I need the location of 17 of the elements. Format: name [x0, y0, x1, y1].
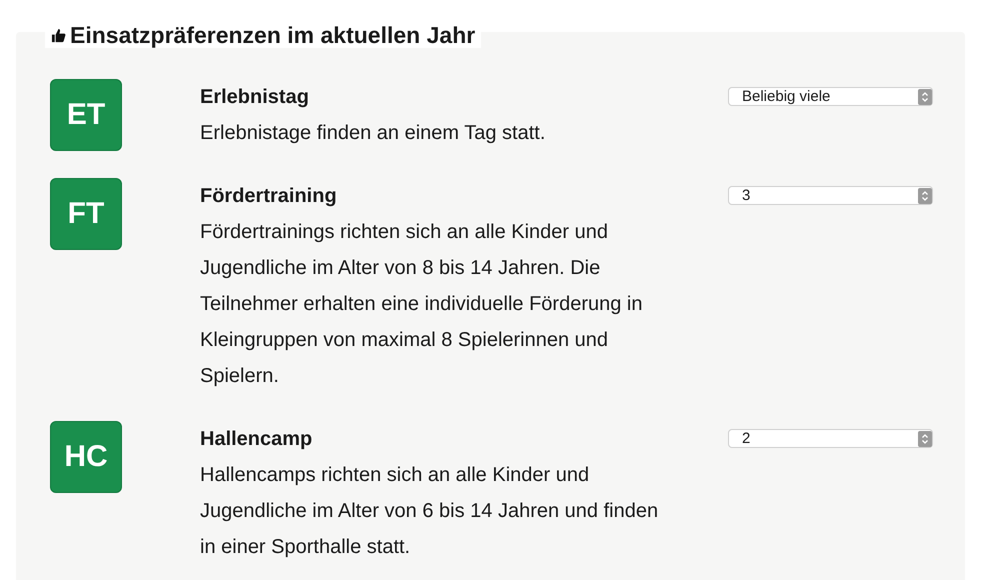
thumbs-up-icon	[51, 28, 66, 42]
badge: FT	[50, 178, 122, 250]
select-field[interactable]: 2	[728, 429, 933, 448]
stepper-arrows-icon	[918, 430, 932, 446]
section-title: Einsatzpräferenzen im aktuellen Jahr	[70, 22, 476, 48]
select-field[interactable]: Beliebig viele	[728, 87, 933, 106]
item-title: Fördertraining	[200, 184, 338, 209]
item-title: Hallencamp	[200, 427, 314, 452]
item-description: Erlebnistage finden an einem Tag statt.	[200, 121, 546, 146]
badge: ET	[50, 79, 122, 151]
item-title: Erlebnistag	[200, 85, 310, 110]
stepper-arrows-icon	[918, 88, 932, 104]
item-description: Fördertrainings richten sich an alle Kinder und Jugendliche im Alter von 8 bis 14 Jahren. Die Teilnehmer erhalten eine individuelle Förderung in Kleingruppen von maximal 8 Spielerinnen und Spielern.	[200, 220, 644, 389]
select-field[interactable]: 3	[728, 186, 933, 205]
badge: HC	[50, 421, 122, 493]
item-description: Hallencamps richten sich an alle Kinder und Jugendliche im Alter von 6 bis 14 Jahren und finden in einer Sporthalle statt.	[200, 463, 660, 560]
stepper-arrows-icon	[918, 188, 932, 204]
